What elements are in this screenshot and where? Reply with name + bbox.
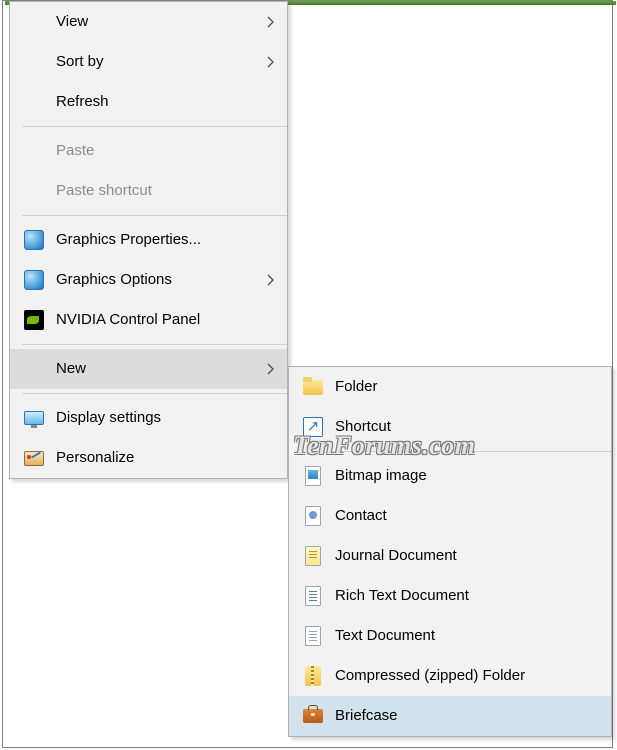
submenu-item-rtf[interactable]: Rich Text Document — [289, 576, 611, 616]
menu-item-sort-by[interactable]: Sort by — [10, 42, 287, 82]
menu-label: Briefcase — [335, 707, 398, 724]
zip-icon — [303, 666, 323, 686]
menu-label: Personalize — [56, 449, 134, 466]
menu-item-graphics-options[interactable]: Graphics Options — [10, 260, 287, 300]
contact-icon — [303, 506, 323, 526]
desktop-context-menu: View Sort by Refresh Paste Paste shortcu… — [9, 1, 288, 479]
submenu-item-shortcut[interactable]: ↗ Shortcut — [289, 407, 611, 447]
chevron-right-icon — [265, 42, 275, 82]
menu-label: Journal Document — [335, 547, 457, 564]
menu-label: Paste shortcut — [56, 182, 152, 199]
menu-item-new[interactable]: New — [10, 349, 287, 389]
menu-label: Refresh — [56, 93, 109, 110]
menu-label: Paste — [56, 142, 94, 159]
menu-label: Graphics Properties... — [56, 231, 201, 248]
rtf-icon — [303, 586, 323, 606]
menu-label: NVIDIA Control Panel — [56, 311, 200, 328]
menu-item-view[interactable]: View — [10, 2, 287, 42]
menu-label: Graphics Options — [56, 271, 172, 288]
submenu-item-folder[interactable]: Folder — [289, 367, 611, 407]
new-submenu: Folder ↗ Shortcut Bitmap image Contact J… — [288, 366, 612, 737]
menu-separator — [22, 215, 287, 216]
submenu-item-contact[interactable]: Contact — [289, 496, 611, 536]
journal-icon — [303, 546, 323, 566]
menu-separator — [335, 451, 611, 452]
menu-label: New — [56, 360, 86, 377]
shortcut-icon: ↗ — [303, 417, 323, 437]
submenu-item-journal[interactable]: Journal Document — [289, 536, 611, 576]
submenu-item-bitmap[interactable]: Bitmap image — [289, 456, 611, 496]
folder-icon — [303, 377, 323, 397]
menu-separator — [22, 344, 287, 345]
menu-label: Compressed (zipped) Folder — [335, 667, 525, 684]
menu-label: Display settings — [56, 409, 161, 426]
menu-label: View — [56, 13, 88, 30]
chevron-right-icon — [265, 260, 275, 300]
menu-separator — [22, 393, 287, 394]
submenu-item-text[interactable]: Text Document — [289, 616, 611, 656]
personalize-icon — [24, 448, 44, 468]
monitor-icon — [24, 408, 44, 428]
text-icon — [303, 626, 323, 646]
bitmap-icon — [303, 466, 323, 486]
intel-graphics-icon — [24, 270, 44, 290]
briefcase-icon — [303, 706, 323, 726]
menu-label: Sort by — [56, 53, 104, 70]
intel-graphics-icon — [24, 230, 44, 250]
menu-item-display-settings[interactable]: Display settings — [10, 398, 287, 438]
submenu-item-briefcase[interactable]: Briefcase — [289, 696, 611, 736]
menu-item-paste-shortcut: Paste shortcut — [10, 171, 287, 211]
screenshot-frame: View Sort by Refresh Paste Paste shortcu… — [2, 0, 613, 748]
menu-label: Text Document — [335, 627, 435, 644]
menu-separator — [22, 126, 287, 127]
menu-label: Folder — [335, 378, 378, 395]
submenu-item-zip[interactable]: Compressed (zipped) Folder — [289, 656, 611, 696]
menu-item-refresh[interactable]: Refresh — [10, 82, 287, 122]
nvidia-icon — [24, 310, 44, 330]
menu-label: Rich Text Document — [335, 587, 469, 604]
menu-label: Contact — [335, 507, 387, 524]
chevron-right-icon — [265, 2, 275, 42]
menu-item-paste: Paste — [10, 131, 287, 171]
chevron-right-icon — [265, 349, 275, 389]
menu-label: Shortcut — [335, 418, 391, 435]
menu-item-personalize[interactable]: Personalize — [10, 438, 287, 478]
menu-item-graphics-properties[interactable]: Graphics Properties... — [10, 220, 287, 260]
menu-label: Bitmap image — [335, 467, 427, 484]
menu-item-nvidia-control-panel[interactable]: NVIDIA Control Panel — [10, 300, 287, 340]
